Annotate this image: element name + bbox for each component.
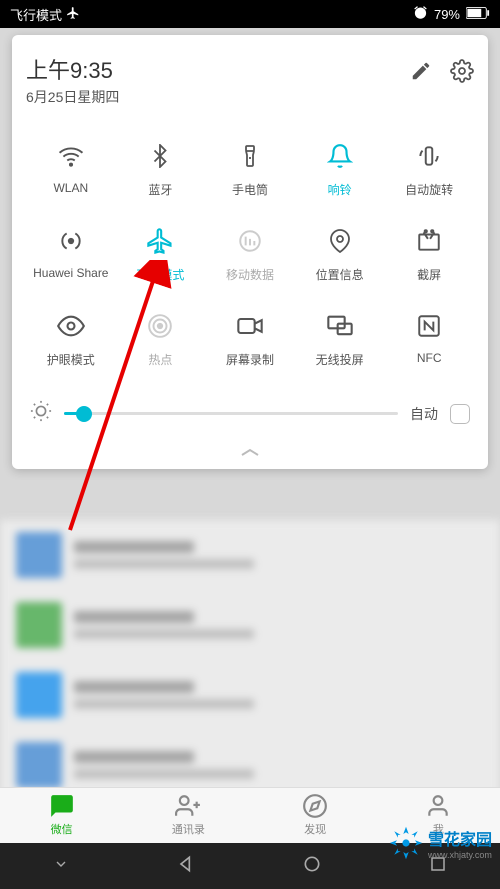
edit-icon[interactable] [410,60,432,87]
toggle-bluetooth[interactable]: 蓝牙 [116,127,206,212]
toggle-airplane[interactable]: 飞行模式 [116,212,206,297]
nav-home-icon[interactable] [302,854,322,879]
rotate-icon [416,141,442,171]
screenshot-icon [416,226,442,256]
chat-icon [49,794,75,818]
toggle-nfc[interactable]: NFC [384,297,474,382]
toggle-label: 屏幕录制 [226,351,274,368]
bluetooth-icon [148,141,172,171]
watermark: 雪花家园 www.xhjaty.com [388,825,492,861]
auto-brightness-checkbox[interactable] [450,404,470,424]
toggle-hotspot[interactable]: 热点 [116,297,206,382]
toggle-label: 移动数据 [226,266,274,283]
discover-icon [302,794,328,818]
battery-icon [466,7,490,22]
panel-date: 6月25日星期四 [26,87,119,107]
battery-text: 79% [434,7,460,22]
toggle-label: 响铃 [328,181,352,198]
tab-contacts[interactable]: 通讯录 [172,794,205,837]
watermark-brand: 雪花家园 [428,832,492,849]
toggle-cast[interactable]: 无线投屏 [295,297,385,382]
tab-label: 通讯录 [172,821,205,837]
brightness-slider-row: 自动 [26,382,474,439]
snowflake-icon [388,825,424,861]
eye-icon [57,311,85,341]
cast-icon [326,311,354,341]
tab-discover[interactable]: 发现 [302,794,328,837]
toggle-screenshot[interactable]: 截屏 [384,212,474,297]
toggle-label: NFC [417,351,442,365]
auto-brightness-label: 自动 [410,404,438,424]
contacts-icon [175,794,201,818]
toggle-label: 飞行模式 [136,266,184,283]
share-icon [58,226,84,256]
tab-label: 发现 [304,821,326,837]
tab-wechat[interactable]: 微信 [49,794,75,837]
flashlight-icon [238,141,262,171]
toggle-label: 热点 [148,351,172,368]
toggle-label: 截屏 [417,266,441,283]
toggle-label: 护眼模式 [47,351,95,368]
toggle-label: 自动旋转 [405,181,453,198]
location-icon [328,226,352,256]
toggle-mobile-data[interactable]: 移动数据 [205,212,295,297]
toggle-rotate[interactable]: 自动旋转 [384,127,474,212]
toggle-wlan[interactable]: WLAN [26,127,116,212]
toggle-label: 手电筒 [232,181,268,198]
tab-label: 微信 [51,821,73,837]
brightness-slider[interactable] [64,412,398,415]
toggle-flashlight[interactable]: 手电筒 [205,127,295,212]
toggle-eye-comfort[interactable]: 护眼模式 [26,297,116,382]
toggle-huawei-share[interactable]: Huawei Share [26,212,116,297]
toggle-screen-record[interactable]: 屏幕录制 [205,297,295,382]
panel-handle[interactable] [26,439,474,469]
nav-hide-icon[interactable] [53,856,69,877]
quick-settings-panel: 上午9:35 6月25日星期四 WLAN 蓝牙 手电筒 响铃 [12,35,488,469]
nfc-icon [416,311,442,341]
bell-icon [327,141,353,171]
toggle-label: WLAN [53,181,88,195]
toggle-label: 位置信息 [316,266,364,283]
gear-icon[interactable] [450,59,474,88]
me-icon [425,794,451,818]
toggle-label: 无线投屏 [316,351,364,368]
wifi-icon [58,141,84,171]
hotspot-icon [147,311,173,341]
airplane-icon [146,226,174,256]
nav-back-icon[interactable] [176,854,196,879]
record-icon [236,311,264,341]
data-icon [237,226,263,256]
toggle-location[interactable]: 位置信息 [295,212,385,297]
alarm-icon [413,5,428,23]
toggle-ring[interactable]: 响铃 [295,127,385,212]
brightness-icon [30,400,52,427]
status-bar: 飞行模式 79% [0,0,500,28]
airplane-mode-text: 飞行模式 [10,5,62,24]
panel-time: 上午9:35 [26,53,119,85]
toggle-label: Huawei Share [33,266,108,280]
airplane-icon [66,6,80,23]
toggle-label: 蓝牙 [148,181,172,198]
watermark-url: www.xhjaty.com [428,850,492,860]
